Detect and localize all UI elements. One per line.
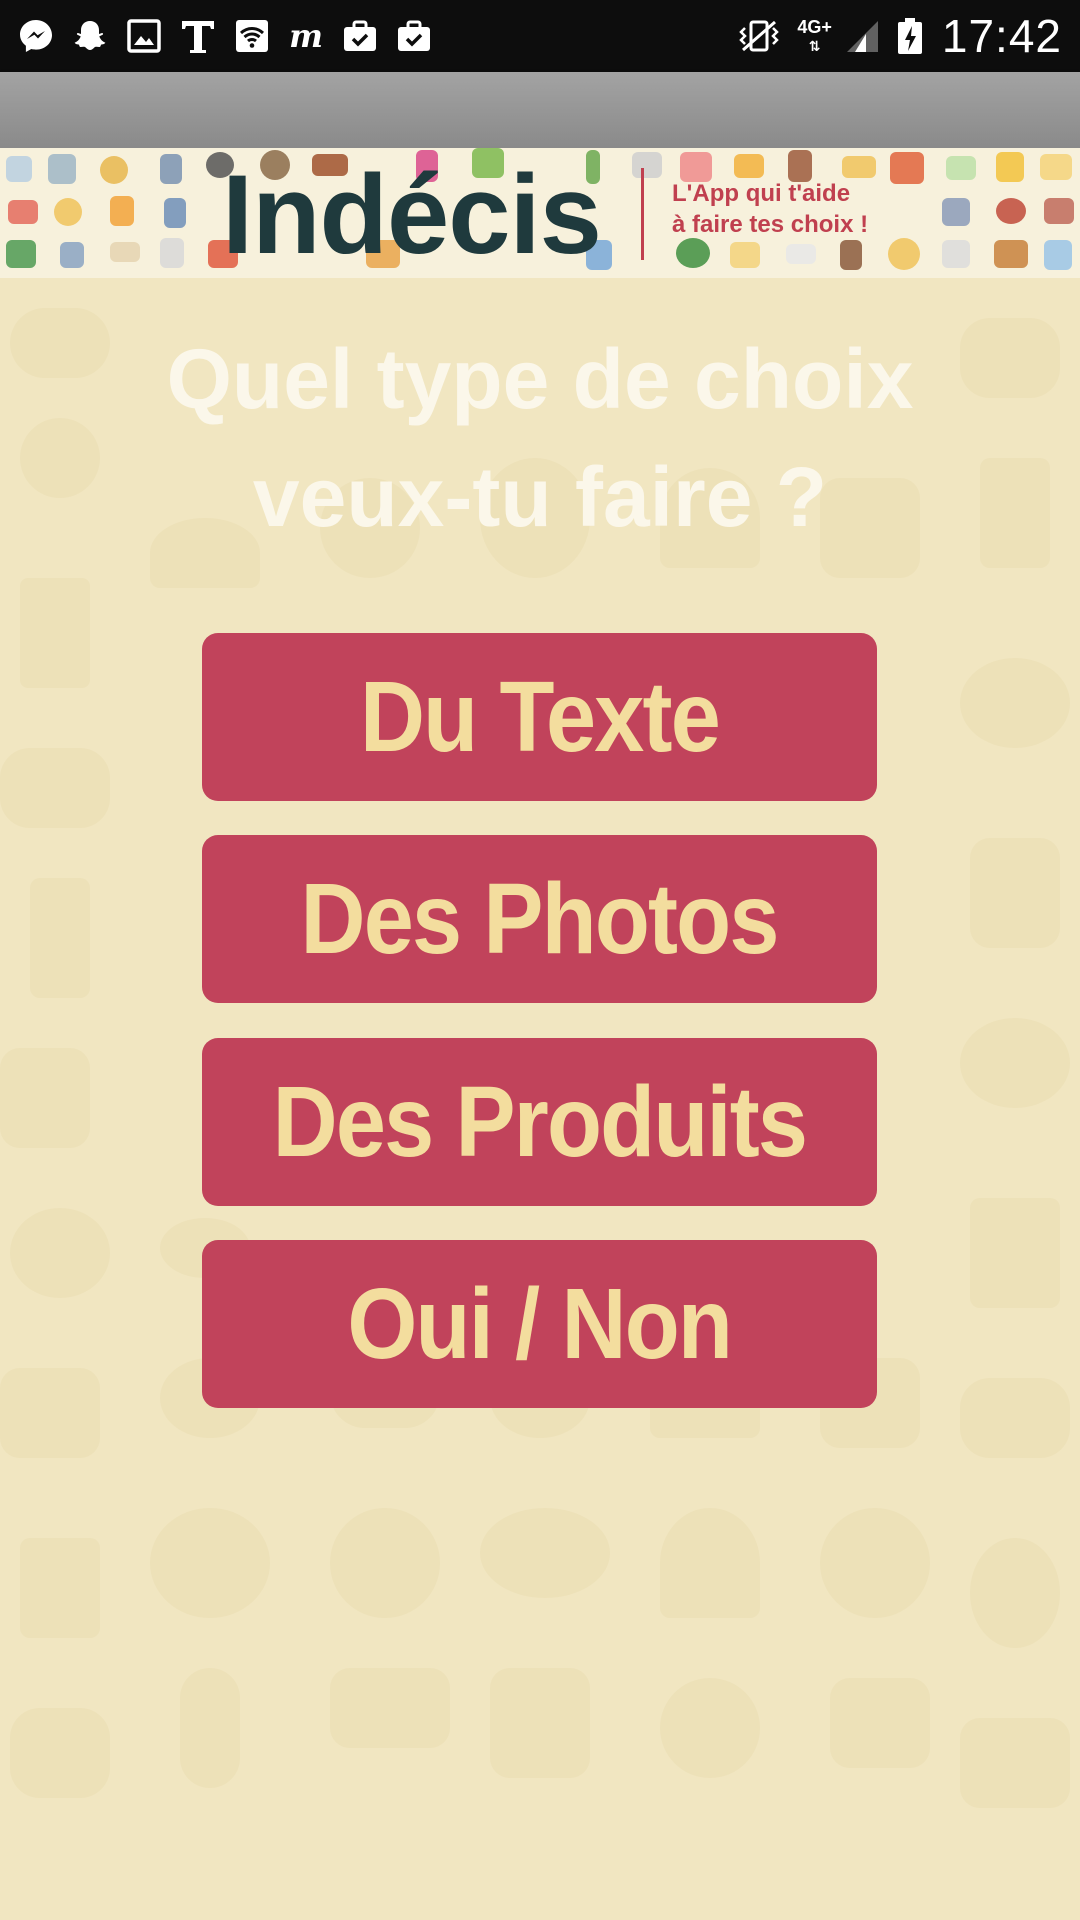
main-content: Quel type de choix veux-tu faire ? Du Te… — [0, 278, 1080, 1920]
question-line-2: veux-tu faire ? — [252, 450, 828, 544]
wifi-icon — [232, 16, 272, 56]
text-t-icon — [178, 16, 218, 56]
network-4g-icon: 4G+ ⇅ — [797, 16, 832, 54]
logo-divider — [641, 168, 644, 260]
notification-icons: m — [16, 14, 434, 58]
briefcase-check-icon — [340, 16, 380, 56]
question-line-1: Quel type de choix — [166, 332, 914, 426]
network-type-label: 4G+ — [797, 16, 832, 37]
app-tagline: L'App qui t'aide à faire tes choix ! — [672, 178, 962, 240]
status-clock: 17:42 — [941, 10, 1062, 62]
products-choice-button[interactable]: Des Produits — [202, 1038, 877, 1206]
signal-icon — [844, 16, 884, 56]
briefcase-check-icon — [394, 16, 434, 56]
app-banner: Indécis L'App qui t'aide à faire tes cho… — [0, 148, 1080, 278]
products-choice-label: Des Produits — [272, 1065, 808, 1178]
image-icon — [124, 16, 164, 56]
system-icons: 4G+ ⇅ 17:42 — [733, 10, 1062, 62]
tagline-line-2: à faire tes choix ! — [672, 211, 869, 238]
photos-choice-label: Des Photos — [300, 862, 780, 975]
yes-no-choice-button[interactable]: Oui / Non — [202, 1240, 877, 1408]
battery-charging-icon — [896, 16, 924, 56]
snapchat-icon — [70, 16, 110, 56]
vibrate-icon — [733, 16, 785, 56]
text-choice-button[interactable]: Du Texte — [202, 633, 877, 801]
yes-no-choice-label: Oui / Non — [347, 1267, 734, 1380]
messenger-icon — [16, 16, 56, 56]
text-choice-label: Du Texte — [359, 660, 721, 773]
tagline-line-1: L'App qui t'aide — [672, 180, 851, 207]
app-logo: Indécis — [222, 152, 602, 277]
question-heading: Quel type de choix veux-tu faire ? — [60, 320, 1020, 556]
photos-choice-button[interactable]: Des Photos — [202, 835, 877, 1003]
action-bar — [0, 72, 1080, 148]
status-bar: m 4G+ ⇅ 17:42 — [0, 0, 1080, 72]
svg-text:m: m — [289, 17, 323, 55]
news-m-icon: m — [286, 16, 326, 56]
